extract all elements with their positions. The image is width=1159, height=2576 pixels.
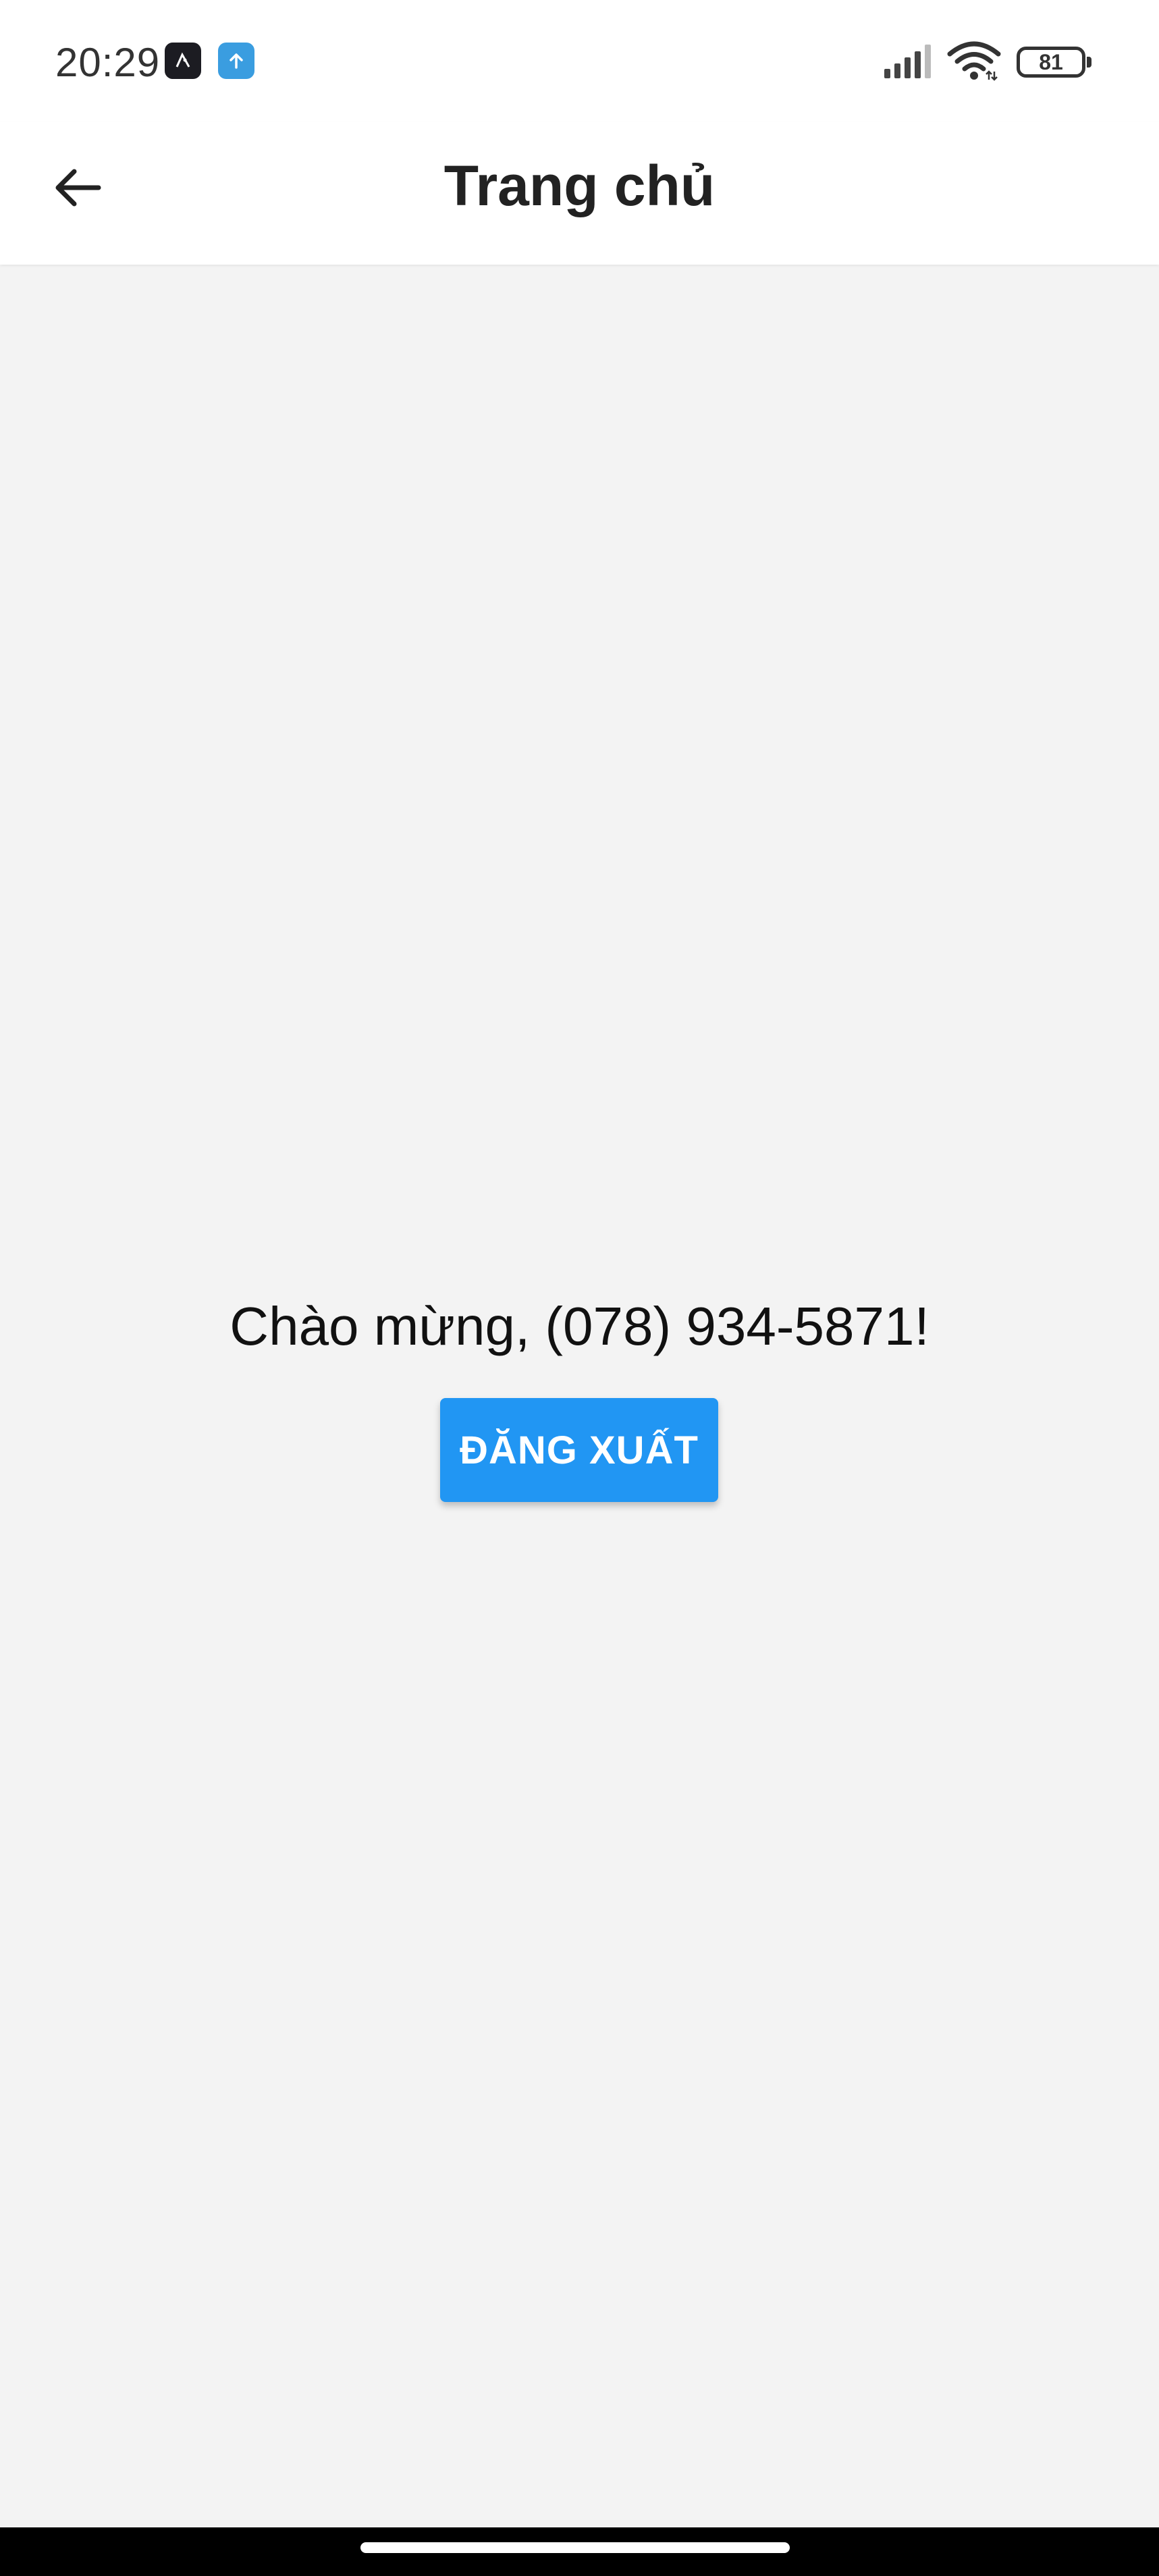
- welcome-message: Chào mừng, (078) 934-5871!: [230, 1296, 929, 1356]
- upload-notification-icon: [218, 43, 254, 79]
- logout-button[interactable]: ĐĂNG XUẤT: [440, 1398, 718, 1502]
- battery-level: 81: [1039, 49, 1063, 74]
- status-time: 20:29: [55, 40, 161, 85]
- battery-icon: 81: [1017, 47, 1091, 78]
- app-bar: Trang chủ: [0, 122, 1159, 265]
- wifi-icon: [947, 41, 1001, 84]
- status-bar: 20:29 81: [0, 0, 1159, 122]
- signal-strength-icon: [883, 43, 937, 82]
- app-notification-icon: [165, 43, 201, 79]
- home-screen: 20:29 81 Trang chủ Chào mừng, (078) 934-…: [0, 0, 1159, 2576]
- system-navigation-bar: [0, 2527, 1159, 2576]
- page-title: Trang chủ: [443, 154, 716, 217]
- home-indicator[interactable]: [360, 2542, 790, 2553]
